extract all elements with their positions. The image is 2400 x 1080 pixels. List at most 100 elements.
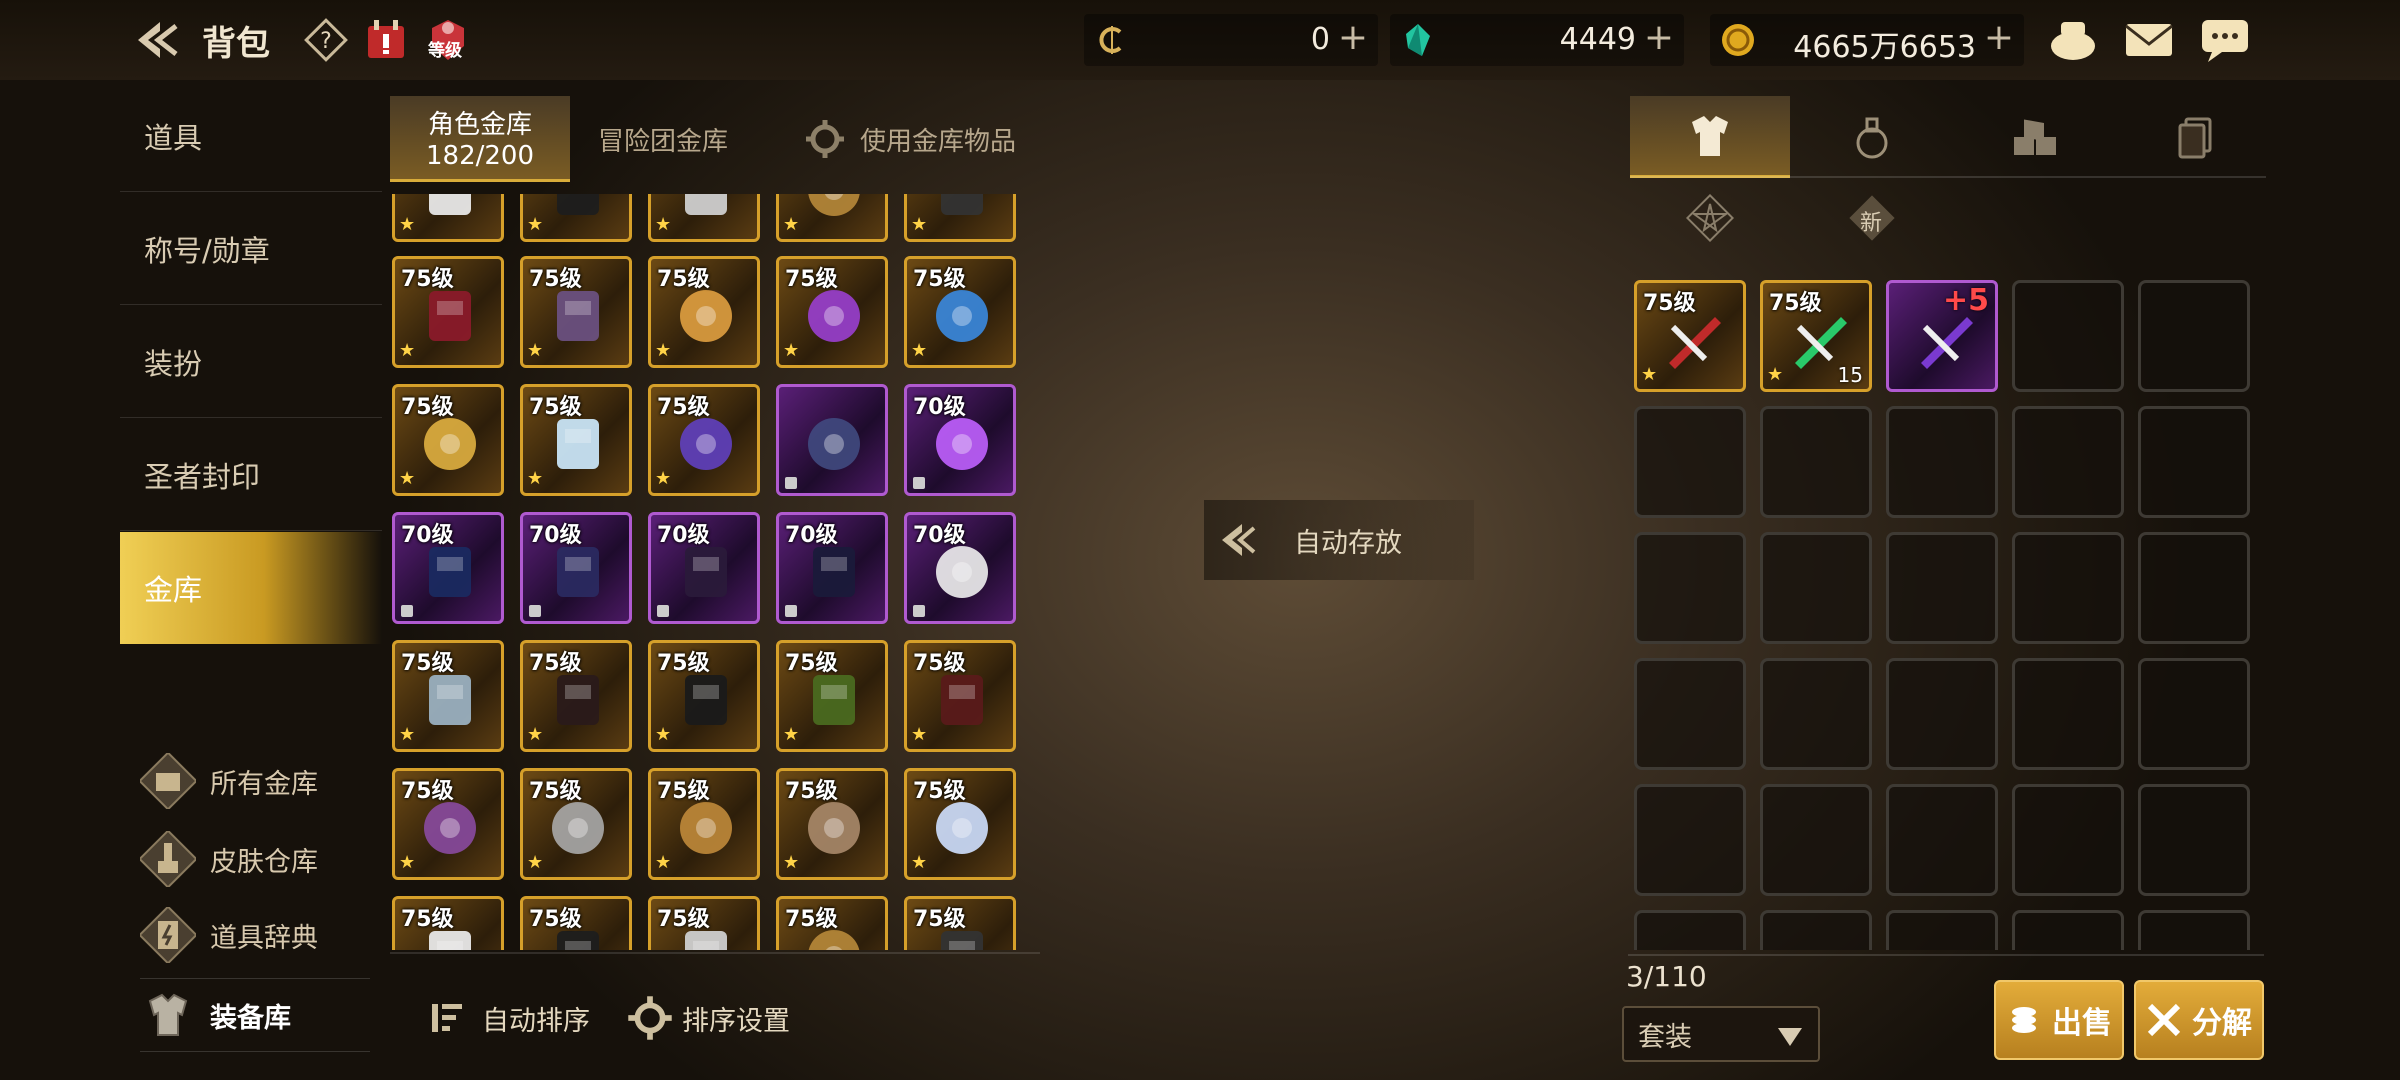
tab-consumables[interactable] bbox=[1792, 96, 1952, 178]
bag-icon[interactable] bbox=[2046, 14, 2100, 66]
back-arrow-icon[interactable] bbox=[132, 16, 180, 64]
vault-item-slot[interactable]: 75级★ bbox=[392, 384, 504, 496]
vault-item-slot[interactable]: ★ bbox=[776, 194, 888, 242]
vault-item-slot[interactable]: ★ bbox=[648, 194, 760, 242]
vault-item-slot[interactable]: 75级★ bbox=[904, 768, 1016, 880]
sub-item-equipment-storage[interactable]: 装备库 bbox=[140, 978, 370, 1052]
vault-item-slot[interactable]: 70级 bbox=[776, 512, 888, 624]
empty-slot[interactable] bbox=[1886, 784, 1998, 896]
vault-item-slot[interactable]: 75级★ bbox=[520, 256, 632, 368]
mail-icon[interactable] bbox=[2122, 14, 2176, 66]
sub-item-skin-storage[interactable]: 皮肤仓库 bbox=[140, 822, 370, 896]
tab-adventure-vault[interactable]: 冒险团金库 bbox=[578, 96, 748, 182]
vault-item-slot[interactable]: 70级 bbox=[648, 512, 760, 624]
vault-item-slot[interactable] bbox=[776, 384, 888, 496]
empty-slot[interactable] bbox=[2012, 532, 2124, 644]
auto-store-button[interactable]: 自动存放 bbox=[1204, 500, 1474, 580]
vault-item-slot[interactable]: ★ bbox=[392, 194, 504, 242]
set-filter-dropdown[interactable]: 套装 bbox=[1622, 1006, 1820, 1062]
equipment-slot[interactable]: +5 bbox=[1886, 280, 1998, 392]
empty-slot[interactable] bbox=[2012, 910, 2124, 950]
vault-item-slot[interactable]: 75级★ bbox=[648, 384, 760, 496]
vault-item-slot[interactable]: 75级★ bbox=[392, 640, 504, 752]
empty-slot[interactable] bbox=[2138, 784, 2250, 896]
vault-item-slot[interactable]: ★ bbox=[520, 194, 632, 242]
empty-slot[interactable] bbox=[1634, 658, 1746, 770]
vault-item-slot[interactable]: 75级★ bbox=[520, 640, 632, 752]
help-icon[interactable]: ? bbox=[302, 16, 350, 64]
tab-equipment[interactable] bbox=[1630, 96, 1790, 178]
tab-role-vault[interactable]: 角色金库 182/200 bbox=[390, 96, 570, 182]
vault-item-grid[interactable]: ★ ★ ★ ★ ★ 75级 ★ 75级 ★ 75级 ★ 75级 ★ 75级 ★ 75级 ★ 75级 ★ 75级 ★ 70级… bbox=[392, 194, 1040, 950]
empty-slot[interactable] bbox=[1760, 784, 1872, 896]
empty-slot[interactable] bbox=[2012, 280, 2124, 392]
vault-item-slot[interactable]: 75级★ bbox=[904, 640, 1016, 752]
vault-item-slot[interactable]: 75级★ bbox=[648, 256, 760, 368]
vault-item-slot[interactable]: 75级★ bbox=[520, 384, 632, 496]
sort-settings-button[interactable]: 排序设置 bbox=[626, 994, 790, 1042]
empty-slot[interactable] bbox=[2012, 658, 2124, 770]
empty-slot[interactable] bbox=[2138, 406, 2250, 518]
tab-cards[interactable] bbox=[2116, 96, 2276, 178]
empty-slot[interactable] bbox=[2138, 280, 2250, 392]
empty-slot[interactable] bbox=[1760, 910, 1872, 950]
empty-slot[interactable] bbox=[1634, 532, 1746, 644]
pentagram-icon[interactable] bbox=[1686, 194, 1734, 242]
equipment-slot[interactable]: 75级 ★ bbox=[1634, 280, 1746, 392]
sub-item-item-dictionary[interactable]: 道具辞典 bbox=[140, 898, 370, 972]
vault-item-slot[interactable]: 75级★ bbox=[776, 896, 888, 950]
vault-item-slot[interactable]: 75级★ bbox=[776, 768, 888, 880]
vault-item-slot[interactable]: 75级★ bbox=[520, 896, 632, 950]
vault-item-slot[interactable]: ★ bbox=[904, 194, 1016, 242]
empty-slot[interactable] bbox=[1886, 532, 1998, 644]
new-items-filter[interactable]: 新 bbox=[1848, 194, 1896, 242]
empty-slot[interactable] bbox=[2012, 406, 2124, 518]
vault-item-slot[interactable]: 70级 bbox=[392, 512, 504, 624]
vault-item-slot[interactable]: 70级 bbox=[904, 512, 1016, 624]
equipment-grid[interactable]: 75级 ★ 75级 ★ 15 +5 bbox=[1634, 280, 2254, 950]
vault-item-slot[interactable]: 75级★ bbox=[904, 896, 1016, 950]
nav-item-seals[interactable]: 圣者封印 bbox=[120, 419, 382, 531]
sell-button[interactable]: 出售 bbox=[1994, 980, 2124, 1060]
empty-slot[interactable] bbox=[2138, 532, 2250, 644]
vault-item-slot[interactable]: 75级★ bbox=[648, 640, 760, 752]
vault-item-slot[interactable]: 75级★ bbox=[392, 256, 504, 368]
nav-item-items[interactable]: 道具 bbox=[120, 80, 382, 192]
vault-item-slot[interactable]: 70级 bbox=[904, 384, 1016, 496]
auto-sort-button[interactable]: 自动排序 bbox=[428, 994, 590, 1042]
tab-materials[interactable] bbox=[1954, 96, 2114, 178]
calendar-icon[interactable] bbox=[362, 16, 410, 64]
empty-slot[interactable] bbox=[2138, 910, 2250, 950]
vault-item-slot[interactable]: 75级★ bbox=[648, 896, 760, 950]
empty-slot[interactable] bbox=[1886, 406, 1998, 518]
vault-item-slot[interactable]: 75级★ bbox=[520, 768, 632, 880]
vault-item-slot[interactable]: 75级★ bbox=[776, 640, 888, 752]
use-vault-items-button[interactable]: 使用金库物品 bbox=[790, 96, 1030, 182]
empty-slot[interactable] bbox=[2138, 658, 2250, 770]
empty-slot[interactable] bbox=[1886, 658, 1998, 770]
vault-item-slot[interactable]: 75级★ bbox=[776, 256, 888, 368]
empty-slot[interactable] bbox=[2012, 784, 2124, 896]
empty-slot[interactable] bbox=[1886, 910, 1998, 950]
empty-slot[interactable] bbox=[1634, 910, 1746, 950]
empty-slot[interactable] bbox=[1760, 658, 1872, 770]
vault-item-slot[interactable]: 70级 bbox=[520, 512, 632, 624]
disassemble-button[interactable]: 分解 bbox=[2134, 980, 2264, 1060]
nav-item-costume[interactable]: 装扮 bbox=[120, 306, 382, 418]
empty-slot[interactable] bbox=[1634, 406, 1746, 518]
sub-item-all-vaults[interactable]: 所有金库 bbox=[140, 744, 370, 818]
empty-slot[interactable] bbox=[1760, 532, 1872, 644]
equipment-slot[interactable]: 75级 ★ 15 bbox=[1760, 280, 1872, 392]
add-currency-button[interactable]: + bbox=[1644, 20, 1674, 56]
empty-slot[interactable] bbox=[1634, 784, 1746, 896]
vault-item-slot[interactable]: 75级★ bbox=[648, 768, 760, 880]
add-currency-button[interactable]: + bbox=[1338, 20, 1368, 56]
vault-item-slot[interactable]: 75级★ bbox=[392, 768, 504, 880]
add-currency-button[interactable]: + bbox=[1984, 20, 2014, 56]
empty-slot[interactable] bbox=[1760, 406, 1872, 518]
nav-item-titles[interactable]: 称号/勋章 bbox=[120, 193, 382, 305]
nav-item-vault[interactable]: 金库 bbox=[120, 532, 382, 644]
chat-icon[interactable] bbox=[2198, 14, 2252, 66]
level-badge-icon[interactable]: 等级 bbox=[424, 16, 472, 64]
vault-item-slot[interactable]: 75级★ bbox=[392, 896, 504, 950]
